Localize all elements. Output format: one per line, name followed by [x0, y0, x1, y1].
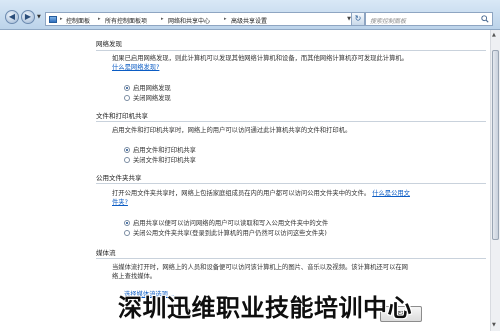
radio-label: 启用共享以便可以访问网络的用户可以读取和写入公用文件夹中的文件 [133, 220, 329, 227]
radio-disable-public-folder-sharing[interactable]: 关闭公用文件夹共享(登录到此计算机的用户仍然可以访问这些文件夹) [124, 228, 327, 237]
radio-disable-network-discovery[interactable]: 关闭网络发现 [124, 93, 171, 102]
title-bar: ◀ ▶ ▼ ▸ 控制面板 ▸ 所有控制面板项 ▸ 网络和共享中心 ▸ 高级共享设… [0, 0, 500, 30]
control-panel-icon [49, 16, 57, 23]
scroll-down-icon[interactable]: ▼ [492, 322, 496, 328]
radio-unselected-icon[interactable] [124, 230, 130, 236]
radio-unselected-icon[interactable] [124, 95, 130, 101]
radio-enable-public-folder-sharing[interactable]: 启用共享以便可以访问网络的用户可以读取和写入公用文件夹中的文件 [124, 218, 328, 227]
section-divider [96, 183, 486, 184]
network-discovery-description: 如果已启用网络发现，则此计算机可以发现其他网络计算机和设备，而其他网络计算机亦可… [112, 54, 412, 72]
radio-label: 启用网络发现 [133, 85, 171, 92]
radio-selected-icon[interactable] [124, 85, 130, 91]
section-title-public-folder-sharing: 公用文件夹共享 [96, 174, 142, 182]
address-bar[interactable]: ▸ 控制面板 ▸ 所有控制面板项 ▸ 网络和共享中心 ▸ 高级共享设置 ▼ [45, 12, 355, 26]
public-folder-sharing-description: 打开公用文件夹共享时，网络上包括家庭组成员在内的用户都可以访问公用文件夹中的文件… [112, 189, 412, 207]
chevron-right-icon[interactable]: ▸ [161, 16, 164, 22]
search-icon[interactable] [481, 15, 489, 23]
chevron-right-icon[interactable]: ▸ [224, 16, 227, 22]
radio-label: 关闭公用文件夹共享(登录到此计算机的用户仍然可以访问这些文件夹) [133, 230, 327, 237]
radio-selected-icon[interactable] [124, 220, 130, 226]
radio-unselected-icon[interactable] [124, 157, 130, 163]
vertical-scrollbar[interactable]: ▲ ▼ [490, 30, 500, 331]
forward-arrow-icon[interactable]: ▶ [21, 10, 35, 24]
settings-panel [0, 30, 490, 331]
recent-pages-dropdown-icon[interactable]: ▼ [37, 14, 41, 20]
breadcrumb-all-items[interactable]: 所有控制面板项 [105, 16, 147, 25]
media-streaming-description: 当媒体流打开时，网络上的人员和设备便可以访问该计算机上的图片、音乐以及视频。该计… [112, 264, 408, 280]
chevron-right-icon: ▸ [60, 16, 63, 22]
chevron-right-icon[interactable]: ▸ [98, 16, 101, 22]
radio-label: 启用文件和打印机共享 [133, 147, 196, 154]
radio-label: 关闭网络发现 [133, 95, 171, 102]
breadcrumb-control-panel[interactable]: 控制面板 [66, 16, 90, 25]
scrollbar-thumb[interactable] [492, 50, 499, 240]
back-arrow-icon[interactable]: ◀ [5, 10, 19, 24]
radio-enable-file-printer-sharing[interactable]: 启用文件和打印机共享 [124, 145, 196, 154]
section-title-network-discovery: 网络发现 [96, 40, 122, 48]
radio-selected-icon[interactable] [124, 147, 130, 153]
section-title-file-printer-sharing: 文件和打印机共享 [96, 112, 148, 120]
description-text: 如果已启用网络发现，则此计算机可以发现其他网络计算机和设备，而其他网络计算机亦可… [112, 55, 408, 62]
section-divider [96, 50, 486, 51]
radio-disable-file-printer-sharing[interactable]: 关闭文件和打印机共享 [124, 155, 196, 164]
refresh-icon[interactable]: ↻ [351, 12, 365, 26]
what-is-network-discovery-link[interactable]: 什么是网络发现? [112, 64, 159, 71]
watermark-text: 深圳迅维职业技能培训中心 [118, 294, 412, 322]
search-input[interactable]: 搜索控制面板 [365, 12, 493, 26]
breadcrumb-advanced-sharing[interactable]: 高级共享设置 [231, 16, 267, 25]
scroll-up-icon[interactable]: ▲ [492, 32, 496, 38]
search-placeholder: 搜索控制面板 [370, 18, 407, 25]
breadcrumb-network-center[interactable]: 网络和共享中心 [168, 16, 210, 25]
section-divider [96, 121, 486, 122]
description-text: 打开公用文件夹共享时，网络上包括家庭组成员在内的用户都可以访问公用文件夹中的文件… [112, 190, 371, 197]
radio-enable-network-discovery[interactable]: 启用网络发现 [124, 83, 171, 92]
file-printer-sharing-description: 启用文件和打印机共享时，网络上的用户可以访问通过此计算机共享的文件和打印机。 [112, 127, 352, 134]
section-title-media-streaming: 媒体流 [96, 249, 116, 257]
section-divider [96, 258, 486, 259]
radio-label: 关闭文件和打印机共享 [133, 157, 196, 164]
